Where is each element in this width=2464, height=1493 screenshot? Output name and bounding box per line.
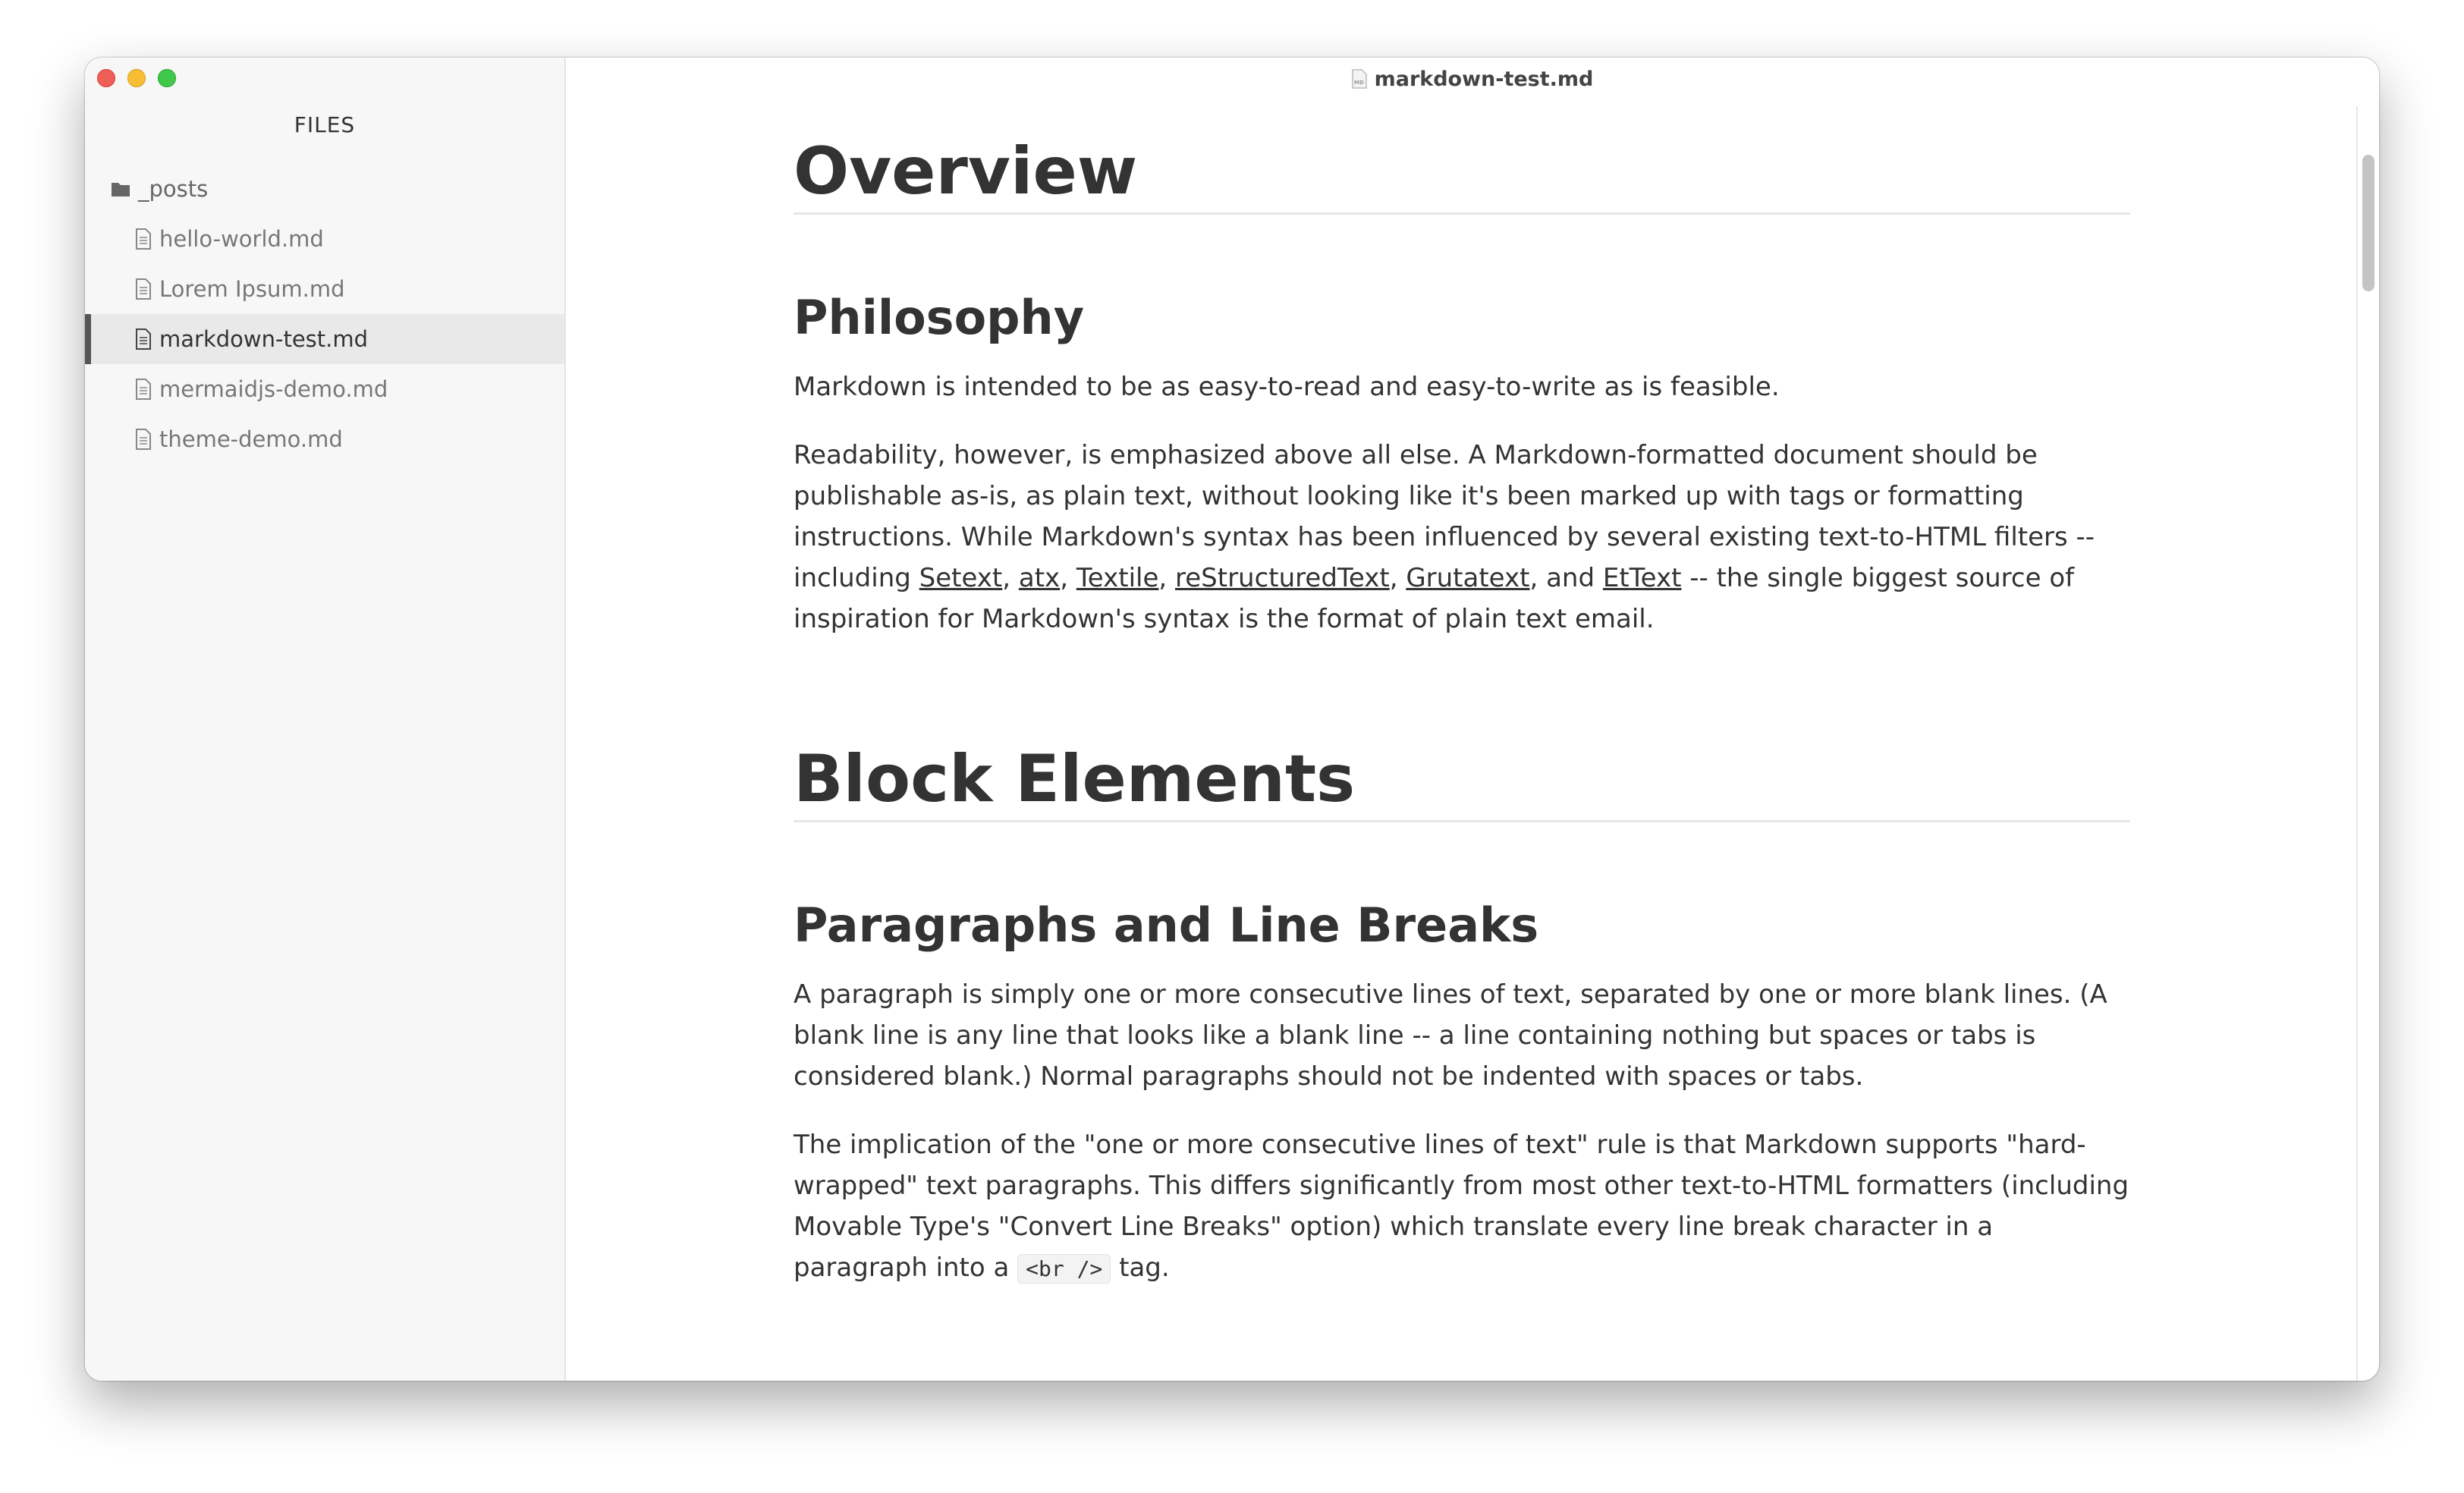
scrollbar-thumb[interactable] bbox=[2362, 155, 2374, 291]
paragraph-text: tag. bbox=[1111, 1253, 1170, 1283]
window-title: markdown-test.md bbox=[1374, 67, 1594, 91]
file-item-lorem-ipsum[interactable]: Lorem Ipsum.md bbox=[85, 264, 564, 314]
file-item-markdown-test[interactable]: markdown-test.md bbox=[85, 314, 564, 364]
file-item-theme-demo[interactable]: theme-demo.md bbox=[85, 414, 564, 464]
app-window: FILES _posts hello-world.md Lorem Ipsum.… bbox=[85, 58, 2379, 1381]
file-label: mermaidjs-demo.md bbox=[159, 376, 388, 402]
link-restructuredtext[interactable]: reStructuredText bbox=[1175, 563, 1390, 593]
editor-pane[interactable]: MD markdown-test.md Overview Philosophy … bbox=[566, 58, 2379, 1381]
folder-label: _posts bbox=[138, 176, 209, 202]
file-icon bbox=[136, 328, 151, 350]
heading-block-elements: Block Elements bbox=[794, 738, 2130, 822]
paragraph-intro: Markdown is intended to be as easy-to-re… bbox=[794, 372, 1780, 402]
separator-text: , bbox=[1060, 563, 1076, 593]
heading-overview: Overview bbox=[794, 130, 2130, 215]
file-label: theme-demo.md bbox=[159, 426, 343, 452]
link-ettext[interactable]: EtText bbox=[1603, 563, 1682, 593]
link-textile[interactable]: Textile bbox=[1076, 563, 1159, 593]
file-icon bbox=[136, 228, 151, 250]
folder-posts[interactable]: _posts bbox=[85, 164, 564, 214]
link-atx[interactable]: atx bbox=[1019, 563, 1060, 593]
separator-text: , and bbox=[1529, 563, 1603, 593]
paragraph-hard-wrapped: The implication of the "one or more cons… bbox=[794, 1124, 2130, 1290]
file-icon bbox=[136, 429, 151, 450]
file-label: markdown-test.md bbox=[159, 326, 369, 352]
link-setext[interactable]: Setext bbox=[919, 563, 1003, 593]
file-icon bbox=[136, 278, 151, 300]
file-icon bbox=[136, 379, 151, 400]
folder-icon bbox=[112, 183, 130, 196]
heading-philosophy: Philosophy bbox=[794, 290, 1085, 345]
separator-text: , bbox=[1002, 563, 1019, 593]
window-titlebar: MD markdown-test.md bbox=[806, 58, 2139, 100]
paragraph-readability: Readability, however, is emphasized abov… bbox=[794, 435, 2130, 640]
file-tree: _posts hello-world.md Lorem Ipsum.md mar… bbox=[85, 164, 564, 464]
file-label: hello-world.md bbox=[159, 226, 324, 252]
file-label: Lorem Ipsum.md bbox=[159, 276, 345, 302]
maximize-window-button[interactable] bbox=[158, 69, 176, 87]
files-header: FILES bbox=[294, 112, 356, 137]
heading-paragraphs-line-breaks: Paragraphs and Line Breaks bbox=[794, 897, 1539, 953]
inline-code-br: <br /> bbox=[1017, 1254, 1111, 1284]
separator-text: , bbox=[1389, 563, 1406, 593]
close-window-button[interactable] bbox=[97, 69, 115, 87]
svg-text:MD: MD bbox=[1354, 80, 1364, 86]
scrollbar-track[interactable] bbox=[2356, 106, 2358, 1381]
file-item-mermaidjs-demo[interactable]: mermaidjs-demo.md bbox=[85, 364, 564, 414]
markdown-file-icon: MD bbox=[1351, 69, 1367, 89]
file-item-hello-world[interactable]: hello-world.md bbox=[85, 214, 564, 264]
paragraph-definition: A paragraph is simply one or more consec… bbox=[794, 979, 2107, 1092]
files-sidebar: FILES _posts hello-world.md Lorem Ipsum.… bbox=[85, 58, 566, 1381]
window-controls bbox=[97, 69, 176, 87]
separator-text: , bbox=[1158, 563, 1176, 593]
minimize-window-button[interactable] bbox=[127, 69, 146, 87]
link-grutatext[interactable]: Grutatext bbox=[1406, 563, 1529, 593]
markdown-document: Overview Philosophy Markdown is intended… bbox=[794, 130, 2130, 1290]
paragraph-text: The implication of the "one or more cons… bbox=[794, 1130, 2129, 1283]
